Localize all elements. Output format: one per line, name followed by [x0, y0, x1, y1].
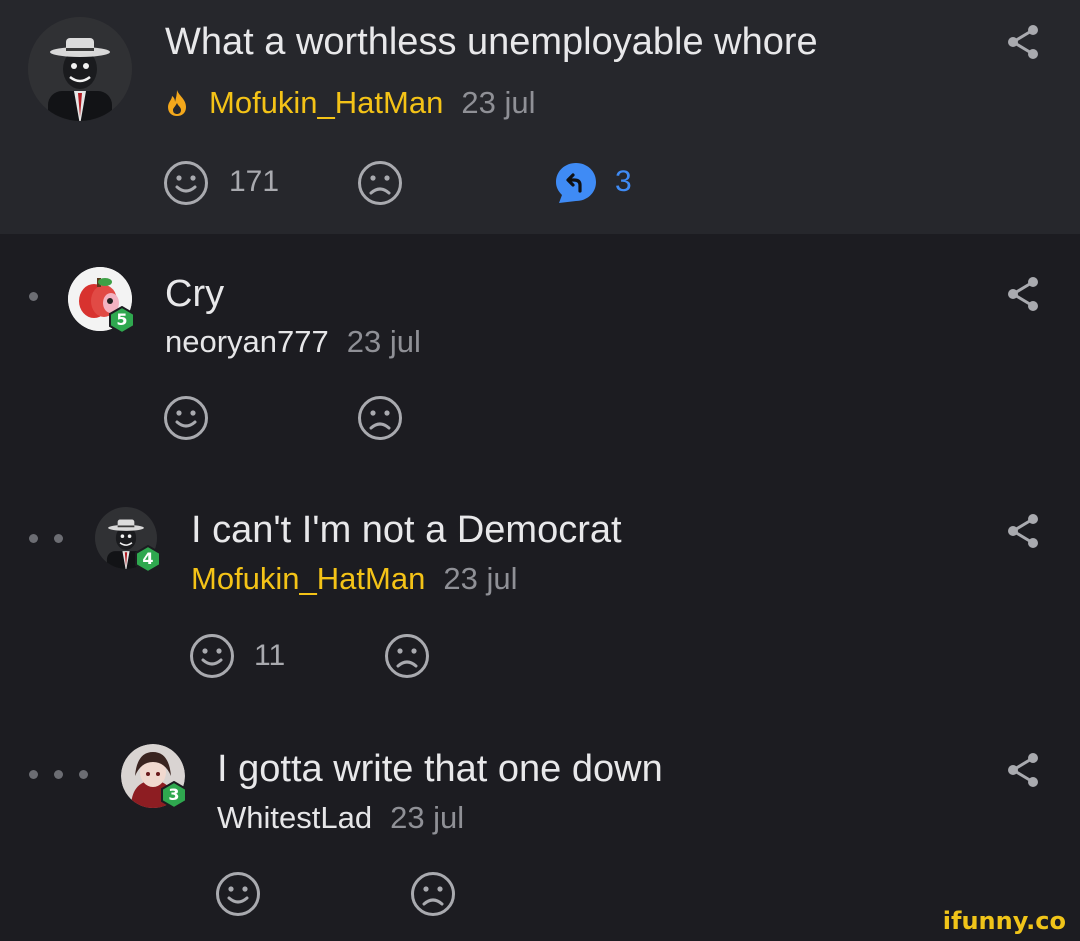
- fire-icon: [165, 89, 189, 117]
- unsmile-icon[interactable]: [384, 633, 430, 684]
- level-number: 4: [142, 549, 154, 568]
- comment-2: 4 I can't I'm not a Democrat Mofukin_Hat…: [0, 470, 1080, 710]
- share-icon[interactable]: [1005, 752, 1041, 793]
- thread-depth-dot: [79, 770, 88, 779]
- smile-icon[interactable]: [215, 871, 261, 922]
- thread-depth-dot: [29, 534, 38, 543]
- username-link[interactable]: WhitestLad: [217, 800, 372, 835]
- thread-depth-dot: [29, 292, 38, 301]
- unsmile-icon[interactable]: [357, 160, 403, 211]
- watermark: ifunny.co: [942, 907, 1066, 935]
- timestamp: 23 jul: [443, 561, 518, 596]
- username-link[interactable]: Mofukin_HatMan: [209, 85, 443, 120]
- comment-1: 5 Cry neoryan777 23 jul: [0, 234, 1080, 470]
- level-badge: 4: [134, 544, 162, 574]
- comment-0: What a worthless unemployable whore Mofu…: [0, 0, 1080, 234]
- level-badge: 5: [108, 305, 136, 335]
- timestamp: 23 jul: [346, 324, 421, 359]
- timestamp: 23 jul: [461, 85, 536, 120]
- thread-depth-dot: [54, 534, 63, 543]
- smile-icon[interactable]: [163, 395, 209, 446]
- unsmile-icon[interactable]: [357, 395, 403, 446]
- replies-count[interactable]: 3: [615, 167, 632, 197]
- comment-3: 3 I gotta write that one down WhitestLad…: [0, 710, 1080, 941]
- unsmile-icon[interactable]: [410, 871, 456, 922]
- username-link[interactable]: Mofukin_HatMan: [191, 561, 425, 596]
- likes-count: 171: [229, 165, 280, 198]
- comment-text: What a worthless unemployable whore: [165, 21, 818, 63]
- level-badge: 3: [160, 780, 188, 810]
- comment-meta: neoryan777 23 jul: [165, 326, 421, 357]
- comment-meta: Mofukin_HatMan 23 jul: [165, 87, 535, 118]
- reply-icon[interactable]: [553, 160, 599, 211]
- share-icon[interactable]: [1005, 276, 1041, 317]
- thread-depth-dot: [54, 770, 63, 779]
- level-number: 3: [168, 785, 180, 804]
- likes-count: 11: [254, 639, 286, 672]
- share-icon[interactable]: [1005, 513, 1041, 554]
- thread-depth-dot: [29, 770, 38, 779]
- username-link[interactable]: neoryan777: [165, 324, 329, 359]
- avatar[interactable]: [28, 17, 132, 121]
- level-number: 5: [116, 310, 128, 329]
- comment-meta: WhitestLad 23 jul: [217, 802, 464, 833]
- smile-icon[interactable]: [163, 160, 209, 211]
- comment-text: I gotta write that one down: [217, 748, 663, 790]
- comment-meta: Mofukin_HatMan 23 jul: [191, 563, 517, 594]
- smile-icon[interactable]: [189, 633, 235, 684]
- timestamp: 23 jul: [390, 800, 465, 835]
- comment-text: I can't I'm not a Democrat: [191, 509, 622, 551]
- share-icon[interactable]: [1005, 24, 1041, 65]
- comment-text: Cry: [165, 273, 225, 315]
